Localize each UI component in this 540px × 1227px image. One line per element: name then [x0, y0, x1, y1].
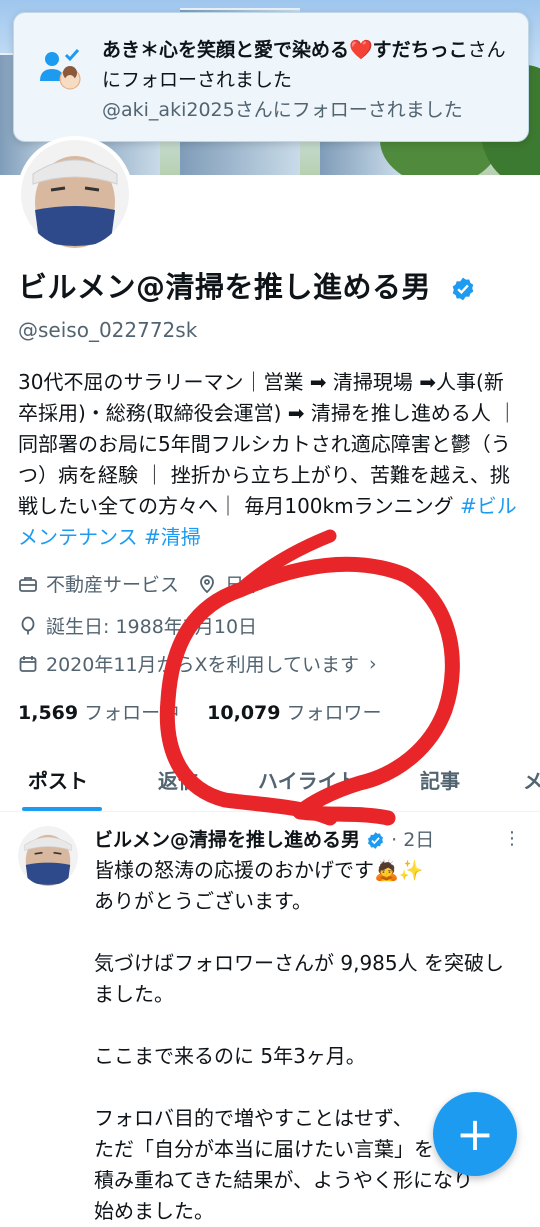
tab-highlights[interactable]: ハイライト — [258, 765, 358, 794]
tab-posts[interactable]: ポスト — [28, 765, 88, 794]
post-timestamp[interactable]: · 2日 — [391, 829, 434, 851]
tab-media[interactable]: メ — [523, 765, 540, 794]
post-line: 積み重ねてきた結果が、ようやく形になり — [94, 1168, 473, 1192]
profile-meta-joined[interactable]: 2020年11月からXを利用しています › — [18, 650, 377, 677]
verified-badge-icon[interactable] — [450, 276, 476, 302]
profile-bio: 30代不屈のサラリーマン｜営業 ➡ 清掃現場 ➡人事(新卒採用)・総務(取締役会… — [18, 367, 518, 553]
post-avatar-photo — [18, 826, 78, 886]
calendar-icon — [19, 655, 37, 672]
compose-post-button[interactable]: + — [433, 1092, 517, 1176]
profile-birthday: 誕生日: 1988年7月10日 — [46, 616, 258, 638]
follower-name: あき＊心を笑顔と愛で染める❤️すだちっこ — [102, 39, 468, 61]
balloon-icon — [21, 616, 35, 634]
avatar-photo — [21, 140, 129, 248]
location-pin-icon — [200, 574, 214, 593]
post-line: 始めました。 — [94, 1199, 214, 1223]
profile-tabs: ポスト 返信 ハイライト 記事 メ — [0, 745, 540, 812]
profile-meta-birthday: 誕生日: 1988年7月10日 — [18, 612, 257, 639]
toast-secondary: @aki_aki2025さんにフォローされました — [102, 99, 463, 121]
briefcase-icon — [19, 576, 37, 592]
post-header: ビルメン@清掃を推し進める男 · 2日 — [94, 825, 434, 852]
bio-text: 30代不屈のサラリーマン｜営業 ➡ 清掃現場 ➡人事(新卒採用)・総務(取締役会… — [18, 370, 518, 518]
post-body: 皆様の怒涛の応援のおかげです🙇✨ ありがとうございます。 気づけばフォロワーさん… — [94, 855, 514, 1227]
tab-replies[interactable]: 返信 — [158, 765, 198, 794]
hashtag-link[interactable]: #清掃 — [144, 525, 201, 549]
profile-joined-date: 2020年11月からXを利用しています — [46, 654, 359, 676]
profile-avatar[interactable] — [17, 136, 133, 252]
post-line: ありがとうございます。 — [94, 889, 312, 913]
profile-handle: @seiso_022772sk — [18, 318, 198, 342]
post-line: 気づけばフォロワーさんが 9,985人 を突破しました。 — [94, 951, 504, 1006]
post-more-options-icon[interactable]: ⋮ — [503, 828, 521, 849]
new-follower-icon — [40, 49, 81, 90]
follow-notification-toast[interactable]: あき＊心を笑顔と愛で染める❤️すだちっこさんにフォローされました @aki_ak… — [13, 12, 529, 142]
post-author-avatar[interactable] — [18, 826, 78, 886]
post-author-name[interactable]: ビルメン@清掃を推し進める男 — [94, 829, 360, 851]
following-label: フォロー中 — [84, 702, 180, 724]
profile-location: 日本 — [225, 574, 264, 596]
chevron-right-icon: › — [368, 652, 377, 675]
profile-display-name: ビルメン@清掃を推し進める男 — [18, 264, 476, 306]
tab-articles[interactable]: 記事 — [420, 765, 460, 794]
profile-category: 不動産サービス — [46, 574, 180, 596]
follow-stats: 1,569 フォロー中 10,079 フォロワー — [18, 698, 382, 725]
followers-link[interactable]: 10,079 フォロワー — [207, 702, 381, 724]
toast-message: あき＊心を笑顔と愛で染める❤️すだちっこさんにフォローされました @aki_ak… — [102, 35, 518, 125]
followers-count: 10,079 — [207, 702, 281, 724]
followers-label: フォロワー — [286, 702, 382, 724]
post-line: ここまで来るのに 5年3ヶ月。 — [94, 1044, 366, 1068]
display-name-text: ビルメン@清掃を推し進める男 — [18, 270, 432, 304]
following-link[interactable]: 1,569 フォロー中 — [18, 702, 179, 724]
profile-meta-category-location: 不動産サービス 日本 — [18, 570, 263, 597]
following-count: 1,569 — [18, 702, 79, 724]
verified-badge-icon — [368, 832, 384, 849]
post-line: 皆様の怒涛の応援のおかげです🙇✨ — [94, 858, 424, 882]
active-tab-indicator — [22, 807, 102, 811]
